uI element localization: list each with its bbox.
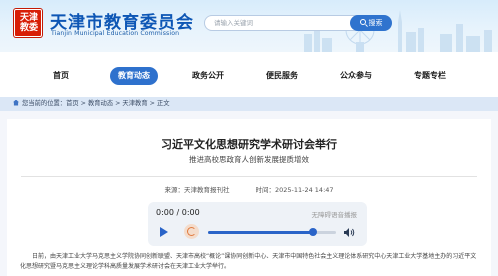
search-icon — [359, 19, 366, 25]
time-label: 时间： — [255, 186, 275, 194]
audio-time-display: 0:00 / 0:00 — [156, 208, 200, 217]
site-logo[interactable]: 天津 教委 — [14, 9, 42, 37]
logo-text-line2: 教委 — [19, 23, 38, 33]
loop-button[interactable] — [184, 224, 199, 239]
nav-item-public-services[interactable]: 便民服务 — [258, 67, 306, 85]
nav-item-government-affairs[interactable]: 政务公开 — [184, 67, 232, 85]
search-button-label: 搜索 — [368, 19, 383, 27]
search-button[interactable]: 搜索 — [350, 15, 392, 31]
breadcrumb-current: 正文 — [156, 100, 170, 107]
breadcrumb-separator: > — [115, 100, 121, 107]
breadcrumb-link-tianjin-education[interactable]: 天津教育 — [122, 100, 147, 107]
source-label: 来源： — [164, 186, 184, 194]
breadcrumb-separator: > — [149, 100, 155, 107]
article-time: 2025-11-24 14:47 — [274, 186, 334, 194]
volume-slider-fill — [208, 231, 313, 234]
article-source: 天津教育报刊社 — [183, 186, 230, 194]
nav-item-special-topics[interactable]: 专题专栏 — [406, 67, 454, 85]
breadcrumb-link-home[interactable]: 首页 — [66, 100, 79, 107]
search-input[interactable] — [204, 15, 370, 31]
article-paragraph: 日前，由天津工业大学马克思主义学院协同创新联盟、天津市高校“概论”课协同创新中心… — [20, 253, 477, 270]
breadcrumb-prefix: 您当前的位置： — [22, 100, 67, 107]
article-meta: 来源：天津教育报刊社 时间：2025-11-24 14:47 — [7, 184, 491, 194]
volume-slider-handle[interactable] — [308, 228, 317, 236]
title-divider — [21, 176, 477, 177]
article-title: 习近平文化思想研究学术研讨会举行 — [161, 138, 337, 151]
article-card: 习近平文化思想研究学术研讨会举行 推进高校思政育人创新发展提质增效 来源：天津教… — [7, 119, 491, 276]
audio-player: 0:00 / 0:00 无障碍语音播报 — [148, 202, 367, 246]
nav-item-education-news[interactable]: 教育动态 — [110, 67, 158, 85]
nav-item-public-participation[interactable]: 公众参与 — [332, 67, 380, 85]
play-icon[interactable] — [160, 227, 168, 237]
site-header: 天津 教委 天津市教育委员会 Tianjin Municipal Educati… — [0, 0, 498, 52]
volume-icon[interactable] — [344, 228, 355, 237]
breadcrumb: 您当前的位置：首页 > 教育动态 > 天津教育 > 正文 — [0, 97, 498, 111]
tts-label: 无障碍语音播报 — [311, 211, 358, 219]
logo-text-line1: 天津 — [19, 13, 38, 23]
breadcrumb-link-education-news[interactable]: 教育动态 — [88, 100, 113, 107]
main-nav: 首页 教育动态 政务公开 便民服务 公众参与 专题专栏 — [0, 52, 498, 97]
nav-item-home[interactable]: 首页 — [46, 67, 76, 85]
site-subtitle: Tianjin Municipal Education Commission — [51, 30, 180, 37]
breadcrumb-separator: > — [80, 100, 86, 107]
loop-icon — [187, 227, 196, 236]
article-subtitle: 推进高校思政育人创新发展提质增效 — [189, 155, 309, 164]
home-icon — [13, 99, 19, 106]
